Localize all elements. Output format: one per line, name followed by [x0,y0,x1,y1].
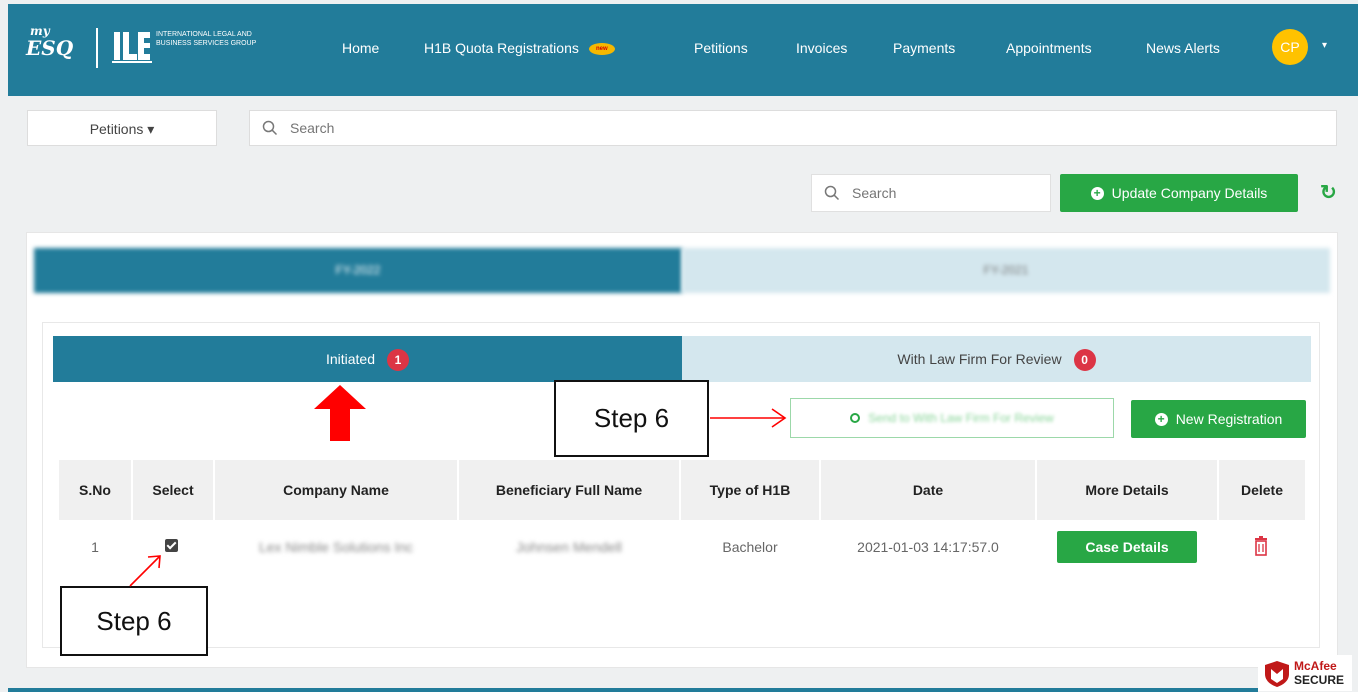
case-details-button[interactable]: Case Details [1057,531,1197,563]
nav-invoices[interactable]: Invoices [796,40,847,56]
cell-sno: 1 [91,539,99,555]
nav-petitions[interactable]: Petitions [694,40,748,56]
trash-icon[interactable] [1253,536,1269,556]
ilb-org-name: International Legal and Business Service… [156,31,257,47]
tab-initiated-label: Initiated [325,351,376,367]
tab-fy-2022[interactable]: FY-2022 [34,248,682,293]
global-search-input[interactable] [290,111,1190,145]
tab-initiated[interactable]: Initiated 1 [53,336,682,382]
new-badge-icon: new [588,43,615,56]
nav-payments[interactable]: Payments [893,40,955,56]
column-header-more-details: More Details [1037,460,1217,520]
secure-label: SECURE [1294,673,1345,687]
logo-divider [96,28,98,68]
nav-home[interactable]: Home [342,40,379,56]
row-select-checkbox[interactable] [165,539,178,552]
send-to-law-firm-button[interactable]: Send to With Law Firm For Review [790,398,1114,438]
ilb-logo-icon [112,32,152,63]
column-header-company: Company Name [215,460,457,520]
cell-h1b-type: Bachelor [722,539,778,555]
refresh-icon[interactable]: ↻ [1320,180,1337,205]
tab-with-law-firm-label: With Law Firm For Review [897,351,1062,367]
nav-h1b-quota[interactable]: H1B Quota Registrations new [424,40,615,56]
diagonal-arrow-icon [129,555,161,587]
table-search-box[interactable] [811,174,1051,212]
logo-esq-text: ESQ [26,36,74,60]
column-header-sno: S.No [59,460,131,520]
step-6-callout-bottom: Step 6 [60,586,208,656]
new-registration-button[interactable]: + New Registration [1131,400,1306,438]
user-menu-caret-icon[interactable]: ▾ [1322,40,1327,51]
shield-icon [1265,661,1289,687]
count-badge: 0 [1073,349,1096,372]
cell-beneficiary-name: Johnsen Mendell [516,539,622,555]
global-search-box[interactable] [249,110,1337,146]
cell-date: 2021-01-03 14:17:57.0 [857,539,999,555]
plus-circle-icon: + [1090,186,1104,200]
count-badge: 1 [387,349,410,372]
table-search-input[interactable] [852,175,1032,211]
plus-circle-icon [850,413,861,423]
cell-company-name: Lex Nimble Solutions Inc [258,539,414,555]
new-registration-label: New Registration [1175,411,1283,427]
mcafee-secure-badge[interactable]: McAfee SECURE [1258,655,1352,691]
mcafee-label: McAfee [1294,659,1337,673]
update-company-details-button[interactable]: + Update Company Details [1060,174,1298,212]
myesq-logo[interactable]: my ESQ [26,24,74,60]
plus-circle-icon: + [1154,412,1168,426]
up-arrow-icon [314,385,366,441]
logo-my-text: my [30,24,50,38]
nav-news-alerts[interactable]: News Alerts [1146,40,1220,56]
search-icon [824,185,840,201]
user-avatar[interactable]: CP [1272,29,1308,65]
column-header-select: Select [133,460,213,520]
bottom-strip [8,688,1258,692]
petitions-dropdown[interactable]: Petitions ▾ [27,110,217,146]
step-6-callout-top: Step 6 [554,380,709,457]
column-header-delete: Delete [1219,460,1305,520]
search-icon [262,120,278,136]
column-header-date: Date [821,460,1035,520]
tab-fy-2021[interactable]: FY-2021 [682,248,1330,293]
send-to-law-firm-label: Send to With Law Firm For Review [868,411,1054,425]
nav-h1b-quota-label: H1B Quota Registrations [424,40,579,56]
update-company-details-label: Update Company Details [1111,185,1268,201]
right-arrow-icon [710,408,787,428]
tab-with-law-firm[interactable]: With Law Firm For Review 0 [682,336,1311,382]
nav-appointments[interactable]: Appointments [1006,40,1092,56]
column-header-beneficiary: Beneficiary Full Name [459,460,679,520]
column-header-type: Type of H1B [681,460,819,520]
